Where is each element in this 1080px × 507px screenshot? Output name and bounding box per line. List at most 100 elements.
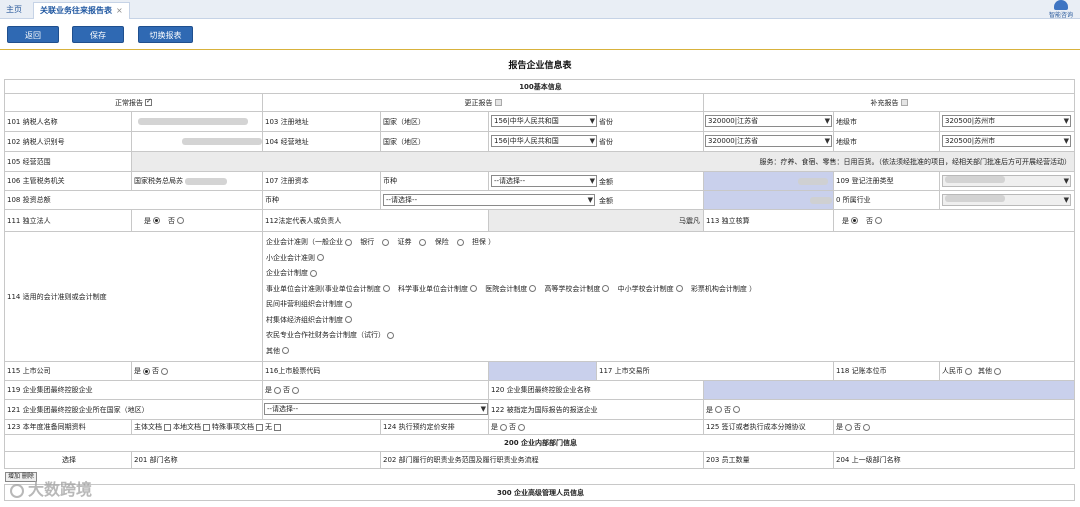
- local-file-label: 本地文档: [173, 423, 201, 431]
- acc-option-village: 村集体经济组织会计制度: [266, 313, 966, 329]
- reg-type-cell: ▼: [940, 172, 1075, 190]
- reg-province-select[interactable]: 320000|江苏省 ▼: [705, 115, 832, 127]
- yes-label: 是: [134, 367, 141, 375]
- reg-capital-amount[interactable]: [704, 172, 834, 190]
- acc-nonprofit-radio[interactable]: [345, 300, 352, 308]
- none-label: 无: [265, 423, 272, 431]
- group-holding-no-radio[interactable]: [292, 386, 299, 394]
- acc-bank-radio[interactable]: [382, 238, 390, 246]
- changed-report-checkbox[interactable]: [494, 99, 502, 106]
- normal-report-label: 正常报告: [115, 98, 143, 107]
- listed-yes-radio[interactable]: [143, 367, 150, 375]
- chevron-down-icon: ▼: [589, 117, 595, 125]
- independent-accounting-label: 113 独立核算: [704, 210, 834, 231]
- biz-city-select[interactable]: 320500|苏州市 ▼: [942, 135, 1071, 147]
- supplement-report-checkbox[interactable]: [900, 99, 908, 106]
- exchange-label: 117 上市交易所: [597, 362, 834, 380]
- tab-home[interactable]: 主页: [0, 2, 28, 19]
- none-checkbox[interactable]: [274, 423, 281, 431]
- acc-school-radio[interactable]: [675, 285, 683, 292]
- group-country-select[interactable]: --请选择-- ▼: [264, 403, 488, 415]
- acc-coop-radio[interactable]: [387, 331, 394, 339]
- investment-currency-select[interactable]: --请选择-- ▼: [383, 194, 595, 206]
- tax-authority-text: 国家税务总局苏: [134, 177, 183, 185]
- reg-country-value: 156|中华人民共和国: [494, 117, 559, 125]
- acc-system-label: 企业会计制度: [266, 269, 308, 277]
- apa-options: 是否: [489, 420, 704, 434]
- apa-no-radio[interactable]: [518, 423, 525, 431]
- col-staff-count: 203 员工数量: [704, 452, 834, 468]
- acc-option-enterprise: 企业会计准则（一般企业 银行 证券 保险 担保 ）: [266, 235, 966, 251]
- reg-type-select[interactable]: ▼: [942, 175, 1071, 187]
- smart-consult-button[interactable]: 智能咨询: [1044, 0, 1078, 22]
- back-button[interactable]: 返回: [7, 26, 59, 43]
- investment-currency-value: --请选择--: [386, 196, 418, 204]
- intl-report-no-radio[interactable]: [733, 406, 740, 413]
- acc-university-radio[interactable]: [602, 285, 610, 292]
- switch-report-button[interactable]: 切换报表: [138, 26, 193, 43]
- acc-system-radio[interactable]: [310, 269, 317, 277]
- investment-amount[interactable]: [704, 191, 834, 209]
- acc-small-radio[interactable]: [317, 254, 324, 261]
- stock-code-label: 116上市股票代码: [263, 362, 489, 380]
- close-icon[interactable]: ×: [116, 6, 123, 15]
- yes-label: 是: [706, 405, 713, 414]
- country-label: 国家（地区）: [381, 112, 489, 131]
- biz-province-select[interactable]: 320000|江苏省 ▼: [705, 135, 832, 147]
- acc-securities-label: 证券: [397, 238, 412, 246]
- acc-other-radio[interactable]: [282, 347, 289, 354]
- acc-village-radio[interactable]: [345, 316, 352, 323]
- amount-label: 金额: [599, 178, 613, 186]
- reg-capital-currency-select[interactable]: --请选择-- ▼: [491, 175, 597, 187]
- contemporaneous-doc-options: 主体文档 本地文档 特殊事项文档 无: [132, 420, 381, 434]
- acc-public-radio[interactable]: [382, 285, 390, 292]
- stock-code-input[interactable]: [489, 362, 597, 380]
- redacted-text: [810, 196, 832, 204]
- acc-insurance-label: 保险: [434, 238, 449, 246]
- tab-related-transactions[interactable]: 关联业务往来报告表 ×: [33, 2, 130, 19]
- independent-legal-no-radio[interactable]: [177, 217, 184, 224]
- rmb-radio[interactable]: [965, 367, 972, 375]
- other-currency-radio[interactable]: [994, 367, 1001, 375]
- listed-company-options: 是否: [132, 362, 263, 380]
- listed-no-radio[interactable]: [161, 367, 168, 375]
- local-file-checkbox[interactable]: [203, 423, 210, 431]
- no-label: 否: [724, 405, 731, 414]
- intl-report-yes-radio[interactable]: [715, 406, 722, 413]
- independent-accounting-no-radio[interactable]: [875, 217, 882, 224]
- group-holding-yes-radio[interactable]: [274, 386, 281, 394]
- acc-securities-radio[interactable]: [419, 238, 427, 246]
- no-label: 否: [866, 216, 873, 225]
- cost-sharing-yes-radio[interactable]: [845, 423, 852, 431]
- acc-science-radio[interactable]: [469, 285, 477, 292]
- smart-consult-label: 智能咨询: [1048, 12, 1073, 19]
- reg-city-select[interactable]: 320500|苏州市 ▼: [942, 115, 1071, 127]
- special-file-checkbox[interactable]: [256, 423, 263, 431]
- toolbar: 返回 保存 切换报表: [0, 20, 1080, 50]
- industry-select[interactable]: ▼: [942, 194, 1071, 206]
- currency-label: 币种: [381, 172, 489, 190]
- special-file-label: 特殊事项文档: [212, 423, 254, 431]
- no-label: 否: [168, 216, 175, 225]
- normal-report-checkbox[interactable]: [145, 97, 152, 106]
- master-file-checkbox[interactable]: [164, 423, 171, 431]
- business-scope-value: 服务：疗养、食宿、零售：日用百货。（依法须经批准的项目，经相关部门批准后方可开展…: [132, 152, 1075, 171]
- cost-sharing-options: 是否: [834, 420, 1075, 434]
- group-holding-name-input[interactable]: [704, 381, 1075, 399]
- apa-yes-radio[interactable]: [500, 423, 507, 431]
- reg-city-cell: 320500|苏州市 ▼: [940, 112, 1075, 131]
- independent-legal-yes-radio[interactable]: [153, 217, 160, 224]
- intl-report-label: 122 被指定为国际报告的报送企业: [489, 400, 704, 419]
- cost-sharing-no-radio[interactable]: [863, 423, 870, 431]
- country-label: 国家（地区）: [381, 132, 489, 151]
- currency-standard-options: 人民币 其他: [940, 362, 1075, 380]
- reg-country-select[interactable]: 156|中华人民共和国 ▼: [491, 115, 597, 127]
- independent-accounting-yes-radio[interactable]: [851, 217, 858, 224]
- acc-insurance-radio[interactable]: [456, 238, 464, 246]
- acc-hospital-radio[interactable]: [529, 285, 537, 292]
- group-holding-name-label: 120 企业集团最终控股企业名称: [489, 381, 704, 399]
- acc-enterprise-radio[interactable]: [345, 238, 352, 246]
- save-button[interactable]: 保存: [72, 26, 124, 43]
- biz-country-select[interactable]: 156|中华人民共和国 ▼: [491, 135, 597, 147]
- section-100-header: 100基本信息: [4, 80, 1075, 93]
